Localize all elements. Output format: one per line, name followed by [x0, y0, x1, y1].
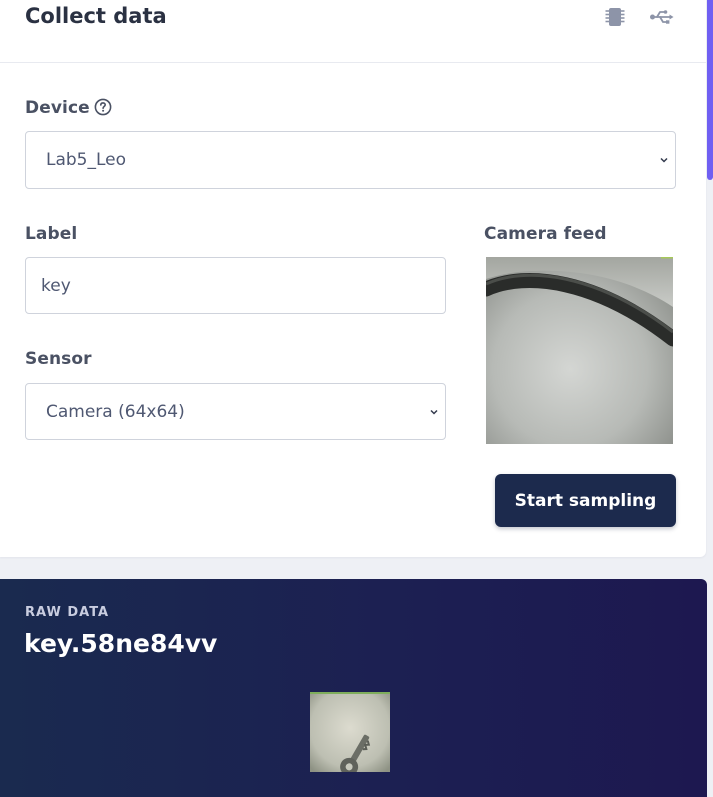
camera-feed-image	[486, 257, 673, 444]
chevron-down-icon	[430, 409, 438, 415]
page-title: Collect data	[25, 4, 167, 28]
raw-data-thumbnail	[310, 692, 390, 776]
camera-feed-label: Camera feed	[484, 224, 607, 244]
device-select[interactable]: Lab5_Leo	[25, 131, 676, 189]
sensor-selected-value: Camera (64x64)	[46, 401, 185, 422]
card-header: Collect data	[0, 0, 706, 63]
start-sampling-button[interactable]: Start sampling	[495, 474, 676, 527]
device-label-text: Device	[25, 98, 90, 118]
chip-icon[interactable]	[603, 6, 627, 28]
device-selected-value: Lab5_Leo	[46, 150, 127, 170]
question-circle-icon[interactable]	[94, 98, 112, 116]
label-input[interactable]: key	[25, 257, 446, 314]
raw-data-kicker: RAW DATA	[25, 605, 110, 620]
collect-data-card: Collect data Device Lab5_Leo Label key S…	[0, 0, 706, 557]
collect-data-page: Collect data Device Lab5_Leo Label key S…	[0, 0, 713, 797]
sensor-label: Sensor	[25, 349, 92, 369]
raw-data-title: key.58ne84vv	[24, 629, 218, 658]
chevron-down-icon	[660, 157, 668, 163]
label-input-value: key	[41, 275, 71, 296]
scrollbar-thumb[interactable]	[707, 0, 713, 180]
device-label: Device	[25, 98, 112, 118]
sensor-select[interactable]: Camera (64x64)	[25, 383, 446, 440]
raw-data-panel: RAW DATA key.58ne84vv	[0, 579, 707, 797]
label-field-label: Label	[25, 224, 78, 244]
usb-icon[interactable]	[649, 7, 675, 27]
